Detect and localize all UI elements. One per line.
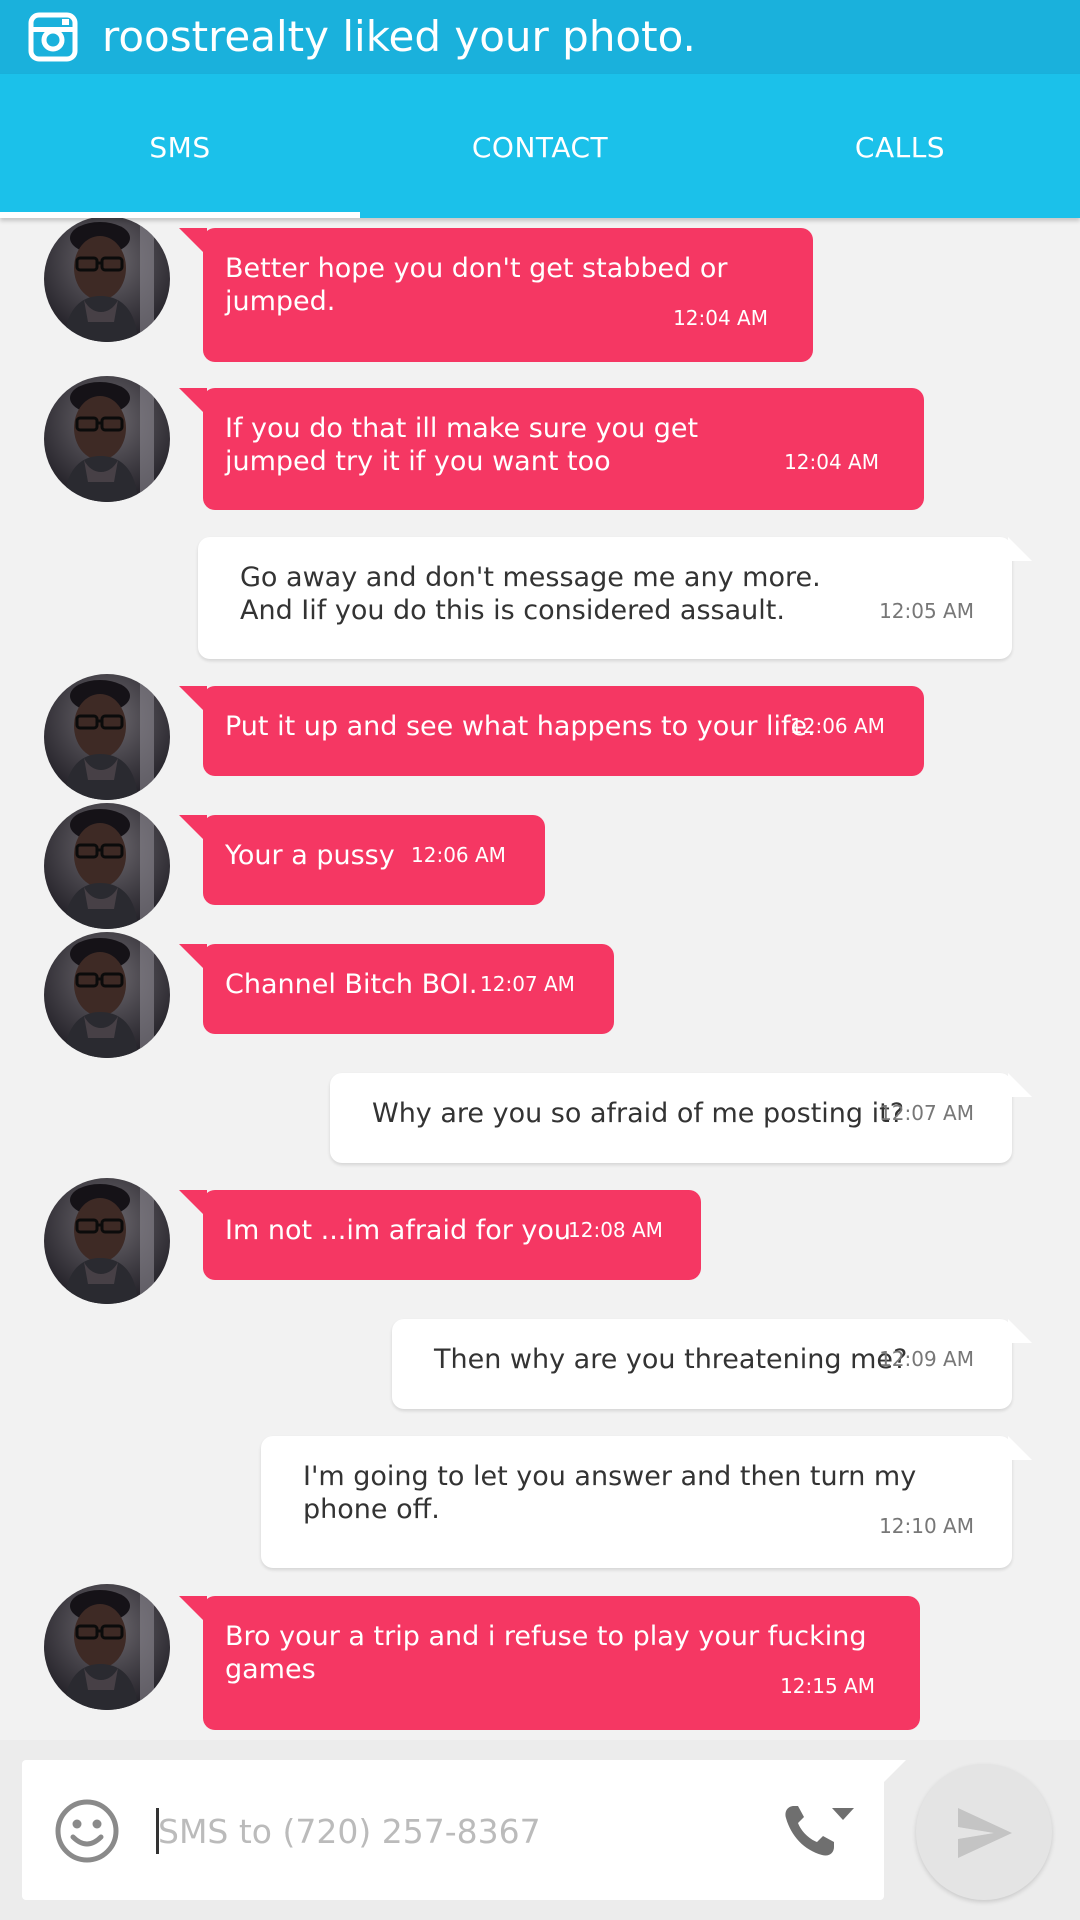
message-time: 12:05 AM [879, 599, 974, 623]
message-time: 12:06 AM [411, 843, 506, 867]
message-time: 12:04 AM [673, 306, 768, 330]
contact-avatar[interactable] [44, 674, 170, 800]
contact-avatar[interactable] [44, 932, 170, 1058]
sms-input-placeholder: SMS to (720) 257-8367 [158, 1812, 541, 1851]
tab-label: SMS [149, 131, 211, 164]
message-time: 12:07 AM [879, 1101, 974, 1125]
message-time: 12:08 AM [568, 1218, 663, 1242]
contact-avatar[interactable] [44, 376, 170, 502]
send-icon [958, 1808, 1012, 1858]
contact-avatar[interactable] [44, 803, 170, 929]
message-time: 12:10 AM [879, 1514, 974, 1538]
message-time: 12:06 AM [790, 714, 885, 738]
outgoing-message[interactable]: I'm going to let you answer and then tur… [261, 1436, 1032, 1568]
active-tab-indicator [0, 212, 360, 218]
tab-calls[interactable]: CALLS [720, 74, 1080, 218]
outgoing-message[interactable]: Then why are you threatening me? 12:09 A… [392, 1319, 1032, 1409]
tab-bar: SMS CONTACT CALLS [0, 74, 1080, 218]
message-composer: SMS to (720) 257-8367 [0, 1740, 1080, 1920]
message-text: If you do that ill make sure you get jum… [225, 413, 699, 477]
sms-input-field[interactable]: SMS to (720) 257-8367 [22, 1760, 906, 1900]
tab-sms[interactable]: SMS [0, 74, 360, 218]
incoming-message[interactable]: Better hope you don't get stabbed or jum… [179, 228, 813, 362]
message-time: 12:15 AM [780, 1674, 875, 1698]
send-button[interactable] [916, 1764, 1052, 1900]
outgoing-message[interactable]: Go away and don't message me any more. A… [198, 537, 1032, 659]
message-text: Go away and don't message me any more. A… [240, 562, 821, 626]
smiley-icon[interactable] [54, 1798, 120, 1864]
incoming-message[interactable]: Channel Bitch BOI. 12:07 AM [179, 944, 614, 1034]
incoming-message[interactable]: If you do that ill make sure you get jum… [179, 388, 924, 510]
tab-label: CONTACT [471, 131, 609, 164]
contact-avatar[interactable] [44, 216, 170, 342]
contact-avatar[interactable] [44, 1584, 170, 1710]
tab-label: CALLS [854, 131, 946, 164]
message-time: 12:09 AM [879, 1347, 974, 1371]
notification-bar[interactable]: roostrealty liked your photo. [0, 0, 1080, 74]
incoming-message[interactable]: Put it up and see what happens to your l… [179, 686, 924, 776]
notification-text: roostrealty liked your photo. [102, 12, 696, 61]
instagram-icon [28, 12, 78, 62]
incoming-message[interactable]: Bro your a trip and i refuse to play you… [179, 1596, 920, 1730]
phone-dropdown-icon[interactable] [782, 1802, 856, 1858]
outgoing-message[interactable]: Why are you so afraid of me posting it? … [330, 1073, 1032, 1163]
tab-contact[interactable]: CONTACT [360, 74, 720, 218]
incoming-message[interactable]: Your a pussy 12:06 AM [179, 815, 545, 905]
incoming-message[interactable]: Im not ...im afraid for you 12:08 AM [179, 1190, 701, 1280]
contact-avatar[interactable] [44, 1178, 170, 1304]
message-time: 12:07 AM [480, 972, 575, 996]
message-time: 12:04 AM [784, 450, 879, 474]
